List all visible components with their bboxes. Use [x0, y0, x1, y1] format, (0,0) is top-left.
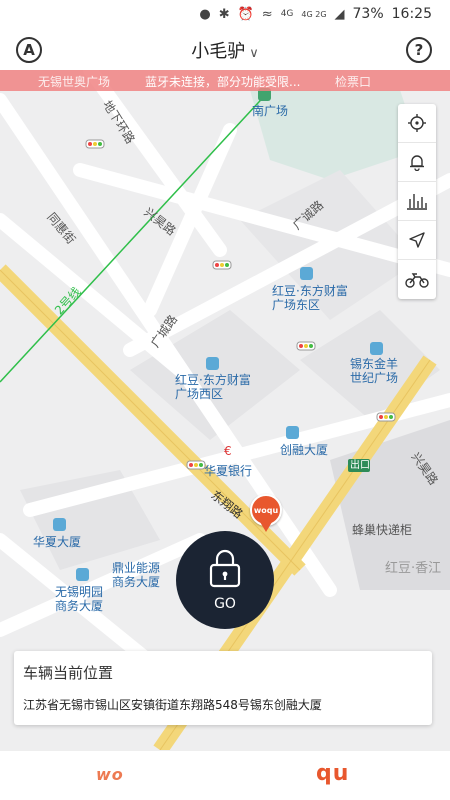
chevron-down-icon: ∨	[249, 46, 259, 61]
locate-icon	[408, 114, 426, 132]
stats-button[interactable]	[398, 182, 436, 221]
map-roads	[0, 70, 450, 750]
map-label-xidong-jinyang: 锡东金羊世纪广场	[350, 357, 399, 385]
lock-icon	[209, 549, 241, 588]
map-label-dingye: 鼎业能源商务大厦	[112, 561, 161, 589]
map-label-hongdou-west: 红豆·东方财富广场西区	[175, 373, 251, 401]
wifi-icon: ≈	[261, 6, 273, 22]
help-button[interactable]: ?	[406, 37, 432, 63]
map-label-exit: 出口	[350, 460, 370, 471]
vehicle-marker-tip	[260, 522, 272, 532]
bottom-tab-bar: wo qu	[0, 750, 450, 800]
vehicle-button[interactable]	[398, 260, 436, 299]
building-poi-icon-5	[53, 518, 66, 531]
chart-icon	[407, 194, 427, 210]
map-label-nanguangchang: 南广场	[252, 104, 289, 118]
navigate-icon	[409, 232, 425, 248]
network-label: 4G	[280, 9, 294, 19]
app-header: A 小毛驴 ∨ ?	[0, 28, 450, 70]
building-poi-icon-2	[370, 342, 383, 355]
building-poi-icon-4	[286, 426, 299, 439]
map-label-huaxia-dasha: 华夏大厦	[33, 535, 82, 549]
signal-icon: ◢	[334, 6, 345, 22]
locate-button[interactable]	[398, 104, 436, 143]
building-poi-icon-3	[206, 357, 219, 370]
map-tools	[398, 104, 436, 299]
unlock-go-button[interactable]: GO	[176, 531, 274, 629]
map-label-hongdou-xiangjiang: 红豆·香江	[385, 561, 442, 576]
tab-wo[interactable]: wo	[96, 765, 124, 784]
banner-place-right: 检票口	[335, 75, 372, 89]
page-title: 小毛驴	[191, 41, 246, 62]
navigate-button[interactable]	[398, 221, 436, 260]
bluetooth-warning-banner[interactable]: 无锡世奥广场 蓝牙未连接，部分功能受限... 检票口	[0, 70, 450, 91]
status-bar: ● ✱ ⏰ ≈ 4G 4G 2G ◢ 73% 16:25	[0, 0, 450, 28]
alarm-button[interactable]	[398, 143, 436, 182]
map-label-fengchao: 蜂巢快递柜	[352, 523, 413, 537]
network-label-2: 4G 2G	[301, 9, 327, 19]
banner-message: 蓝牙未连接，部分功能受限...	[145, 75, 301, 89]
vehicle-location-card[interactable]: 车辆当前位置 江苏省无锡市锡山区安镇街道东翔路548号锡东创融大厦	[14, 651, 432, 725]
bank-logo-icon: €	[224, 444, 232, 458]
map-label-chuangrong: 创融大厦	[280, 443, 329, 457]
app-screen: ● ✱ ⏰ ≈ 4G 4G 2G ◢ 73% 16:25 A 小毛驴 ∨ ? 南…	[0, 0, 450, 800]
bell-icon	[410, 155, 424, 171]
building-poi-icon-6	[76, 568, 89, 581]
location-card-title: 车辆当前位置	[23, 664, 114, 682]
building-poi-icon	[300, 267, 313, 280]
map-label-hongdou-east: 红豆·东方财富广场东区	[272, 284, 348, 312]
go-label: GO	[214, 596, 236, 612]
map-label-huaxia-bank: 华夏银行	[204, 464, 253, 478]
status-time: 16:25	[391, 6, 432, 22]
vehicle-selector[interactable]: 小毛驴 ∨	[0, 37, 450, 63]
location-card-address: 江苏省无锡市锡山区安镇街道东翔路548号锡东创融大厦	[23, 698, 322, 712]
motorbike-icon	[405, 272, 429, 288]
location-status-icon: ●	[199, 6, 211, 22]
battery-percent: 73%	[352, 6, 384, 22]
tab-qu[interactable]: qu	[316, 761, 349, 786]
bluetooth-icon: ✱	[218, 6, 230, 22]
alarm-icon: ⏰	[237, 6, 254, 22]
banner-place-left: 无锡世奥广场	[38, 75, 111, 89]
map-view[interactable]: 南广场 地下环路 同惠街 兴昊路 广诚路 红豆·东方财富广场东区 广城路 锡东金…	[0, 70, 450, 750]
map-label-wuxi-mingyuan: 无锡明园商务大厦	[55, 585, 104, 613]
